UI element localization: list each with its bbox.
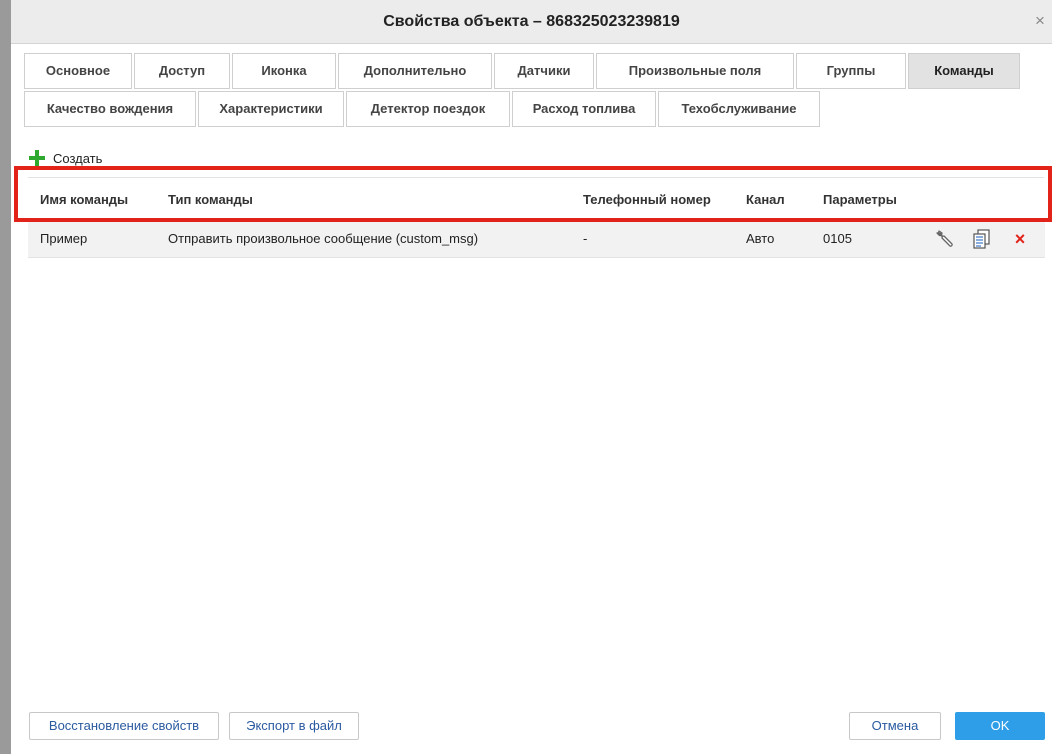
export-to-file-button[interactable]: Экспорт в файл [229,712,359,740]
tab-sensors[interactable]: Датчики [494,53,594,89]
column-header-name[interactable]: Имя команды [40,185,128,215]
tab-maintenance[interactable]: Техобслуживание [658,91,820,127]
table-header: Имя команды Тип команды Телефонный номер… [28,185,1044,215]
wrench-icon[interactable] [933,227,957,251]
tab-additional[interactable]: Дополнительно [338,53,492,89]
wrench-icon-graphic [936,230,953,247]
create-button[interactable]: Создать [27,145,102,171]
cancel-button[interactable]: Отмена [849,712,941,740]
tab-custom-fields[interactable]: Произвольные поля [596,53,794,89]
plus-icon [27,148,47,168]
tab-icon[interactable]: Иконка [232,53,336,89]
column-header-phone[interactable]: Телефонный номер [583,185,711,215]
copy-icon-graphic [973,229,990,249]
ok-button[interactable]: OK [955,712,1045,740]
tab-commands[interactable]: Команды [908,53,1020,89]
divider [28,177,1044,178]
copy-icon[interactable] [970,227,994,251]
footer: Восстановление свойств Экспорт в файл От… [11,700,1052,754]
dialog-body: Основное Доступ Иконка Дополнительно Дат… [11,45,1052,754]
tab-trip-detector[interactable]: Детектор поездок [346,91,510,127]
dialog-title: Свойства объекта – 868325023239819 [383,13,680,30]
table-row[interactable]: Пример Отправить произвольное сообщение … [28,218,1045,258]
cell-command-type: Отправить произвольное сообщение (custom… [168,231,479,246]
create-label: Создать [53,150,103,166]
cell-command-name: Пример [40,231,88,246]
tab-access[interactable]: Доступ [134,53,230,89]
tab-bar: Основное Доступ Иконка Дополнительно Дат… [24,53,1044,135]
tab-groups[interactable]: Группы [796,53,906,89]
titlebar[interactable]: Свойства объекта – 868325023239819 × [11,0,1052,44]
tab-characteristics[interactable]: Характеристики [198,91,344,127]
column-header-channel[interactable]: Канал [746,185,785,215]
window-edge [0,0,11,754]
restore-properties-button[interactable]: Восстановление свойств [29,712,219,740]
delete-icon[interactable]: × [1008,227,1032,251]
cell-channel: Авто [746,231,775,246]
tab-driving-quality[interactable]: Качество вождения [24,91,196,127]
cell-params: 0105 [823,231,852,246]
tab-fuel-consumption[interactable]: Расход топлива [512,91,656,127]
cell-phone: - [583,231,588,246]
object-properties-dialog: Свойства объекта – 868325023239819 × Осн… [0,0,1052,754]
column-header-type[interactable]: Тип команды [168,185,253,215]
column-header-params[interactable]: Параметры [823,185,897,215]
close-icon[interactable]: × [1032,12,1048,29]
tab-main[interactable]: Основное [24,53,132,89]
